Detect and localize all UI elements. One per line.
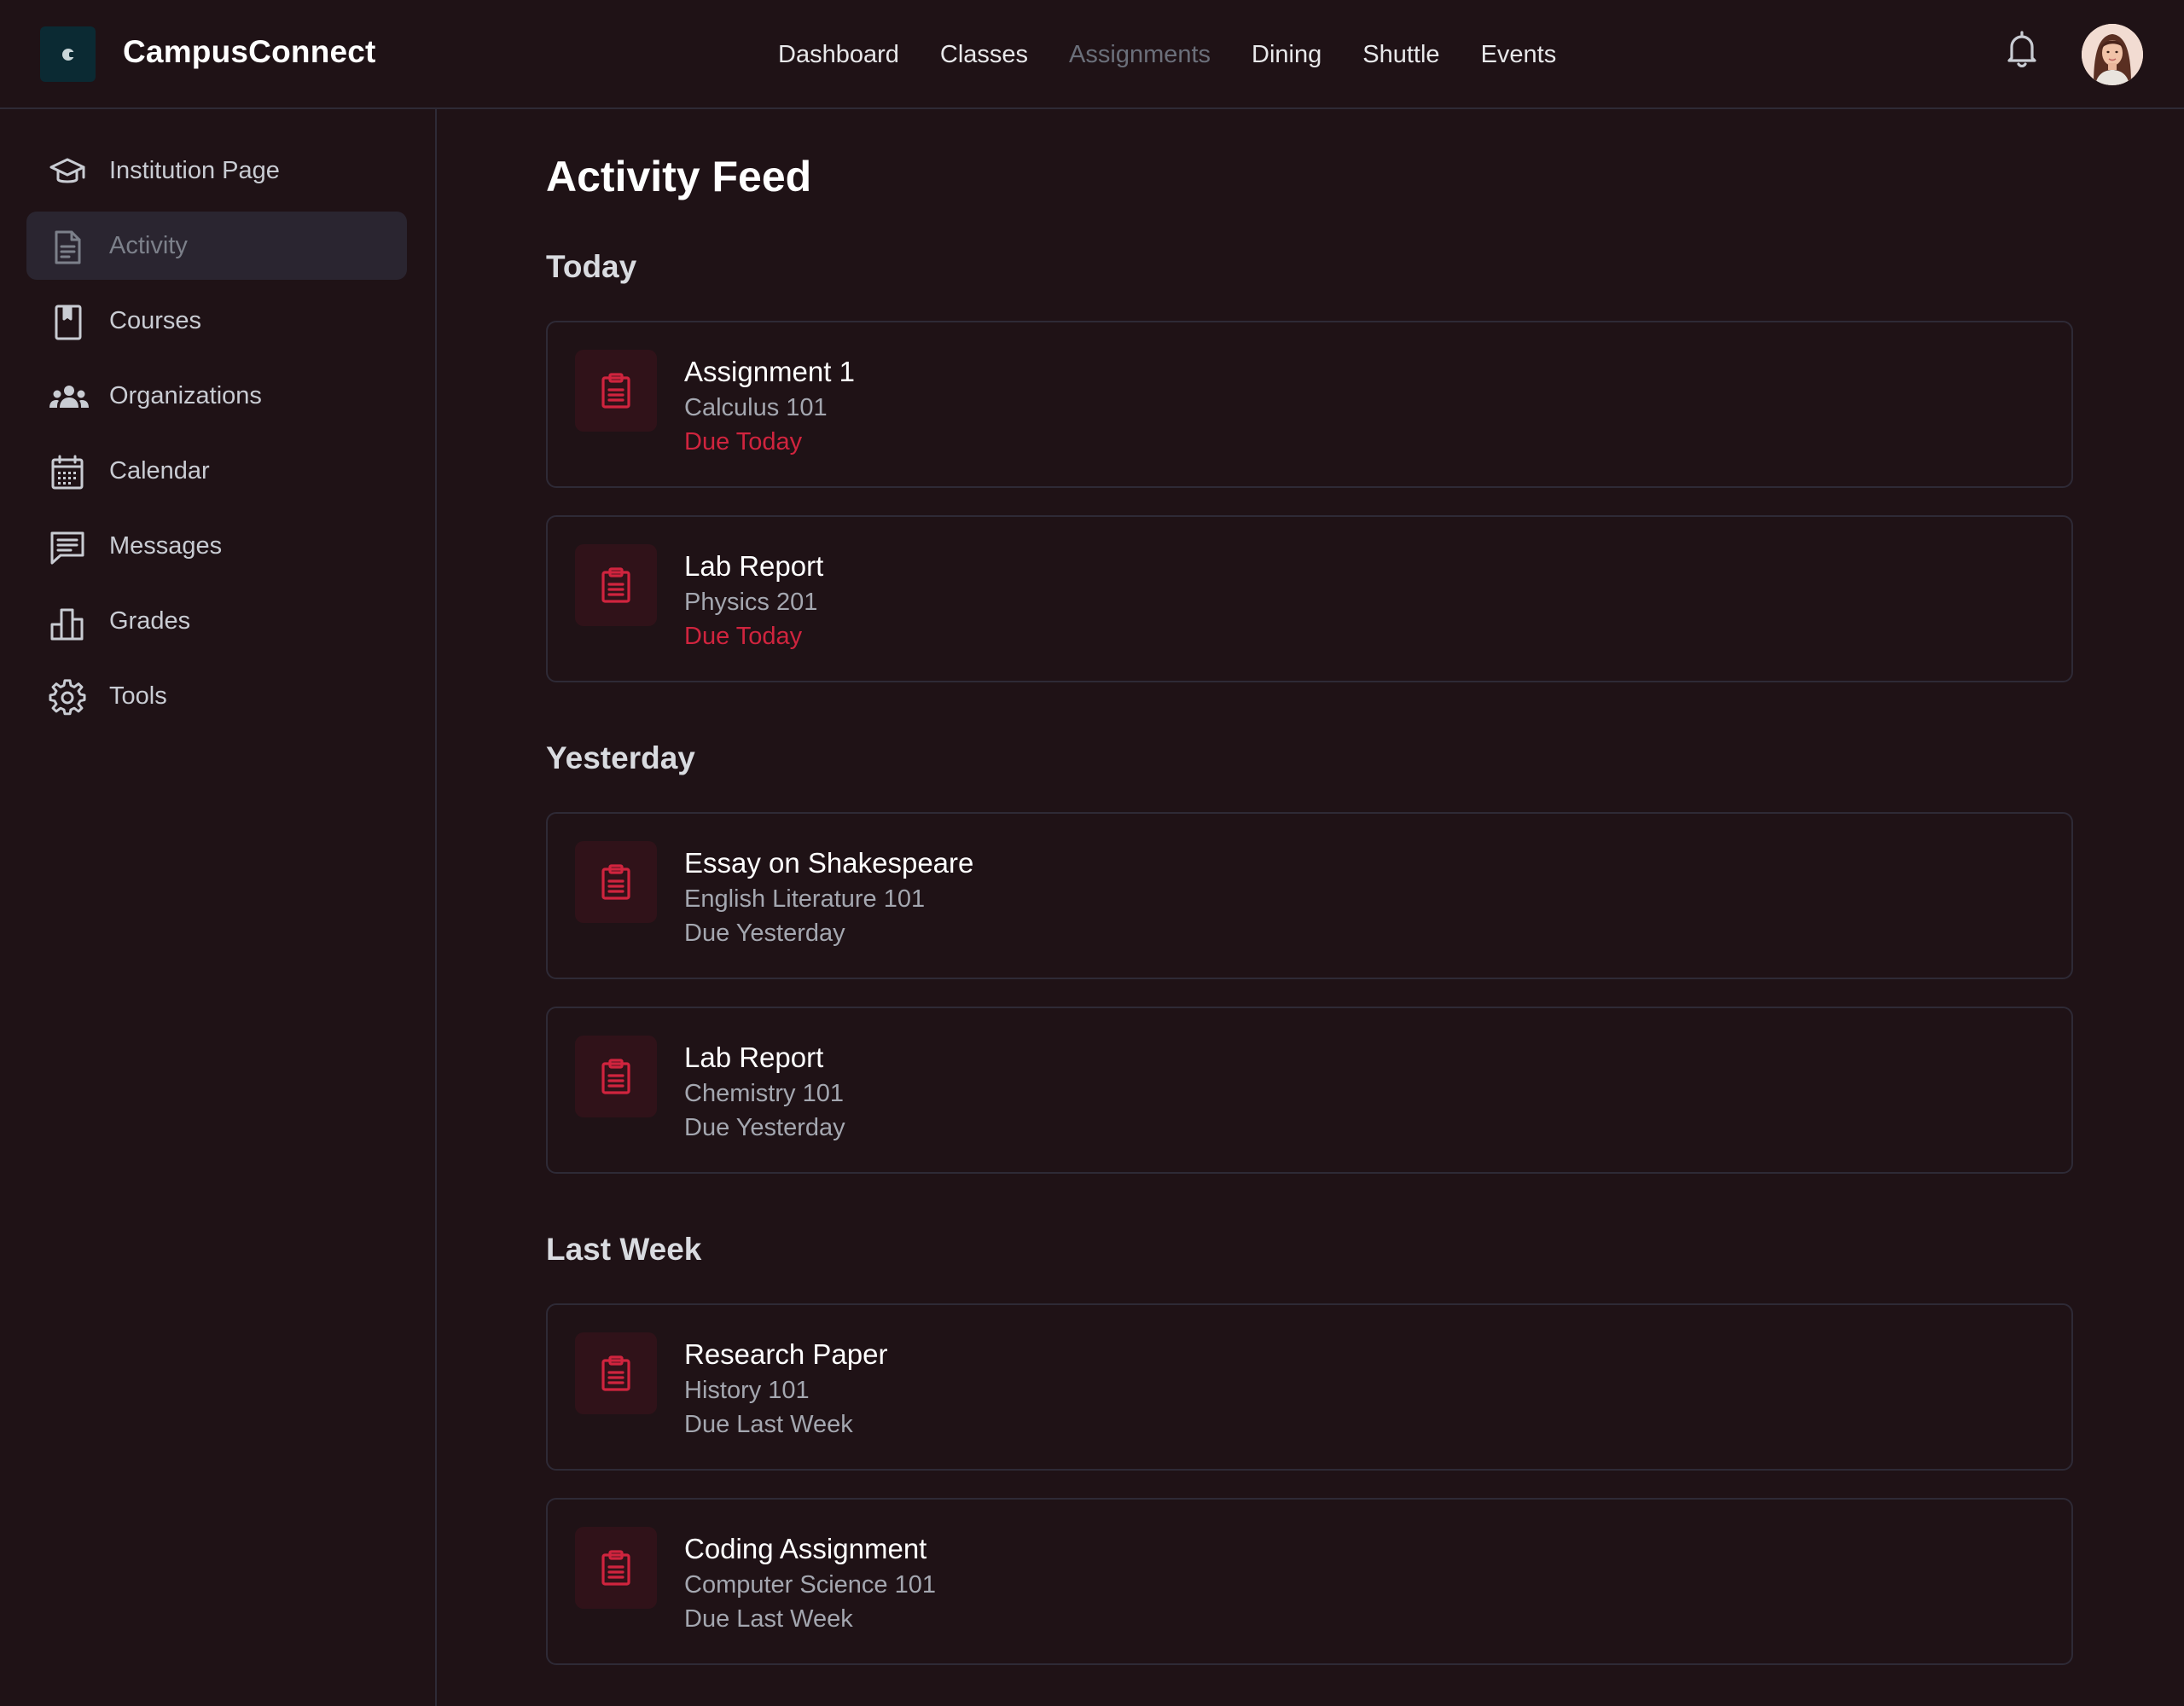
- brand-name[interactable]: CampusConnect: [123, 34, 376, 70]
- section-heading-today: Today: [546, 249, 637, 284]
- nav-dining[interactable]: Dining: [1252, 38, 1321, 72]
- nav-shuttle[interactable]: Shuttle: [1362, 38, 1439, 72]
- gear-icon: [49, 679, 86, 717]
- activity-card[interactable]: Lab Report Chemistry 101 Due Yesterday: [546, 1007, 2073, 1174]
- activity-course: Chemistry 101: [684, 1080, 844, 1107]
- nav-assignments[interactable]: Assignments: [1069, 38, 1211, 72]
- activity-course: Calculus 101: [684, 394, 828, 421]
- activity-course: Computer Science 101: [684, 1571, 936, 1599]
- activity-card[interactable]: Essay on Shakespeare English Literature …: [546, 812, 2073, 979]
- activity-title: Essay on Shakespeare: [684, 847, 974, 879]
- clipboard-icon: [575, 350, 657, 432]
- bell-icon[interactable]: [2005, 29, 2039, 68]
- nav-classes[interactable]: Classes: [940, 38, 1028, 72]
- sidebar-item-label: Activity: [109, 232, 188, 259]
- clipboard-icon: [575, 1527, 657, 1609]
- sidebar-item-messages[interactable]: Messages: [26, 512, 407, 580]
- nav-events[interactable]: Events: [1481, 38, 1557, 72]
- sidebar: Institution Page Activity Courses Organi…: [0, 109, 437, 1706]
- activity-due-status: Due Yesterday: [684, 1114, 845, 1141]
- activity-title: Lab Report: [684, 1042, 824, 1073]
- people-group-icon: [49, 379, 89, 416]
- activity-course: History 101: [684, 1377, 810, 1404]
- sidebar-item-courses[interactable]: Courses: [26, 287, 407, 355]
- sidebar-item-calendar[interactable]: Calendar: [26, 437, 407, 505]
- sidebar-item-grades[interactable]: Grades: [26, 587, 407, 655]
- sidebar-item-label: Grades: [109, 607, 191, 635]
- activity-title: Assignment 1: [684, 356, 855, 387]
- activity-card[interactable]: Assignment 1 Calculus 101 Due Today: [546, 321, 2073, 488]
- activity-due-status: Due Last Week: [684, 1605, 853, 1633]
- activity-card[interactable]: Research Paper History 101 Due Last Week: [546, 1303, 2073, 1471]
- sidebar-item-label: Organizations: [109, 382, 262, 409]
- activity-course: Physics 201: [684, 589, 818, 616]
- sidebar-item-label: Messages: [109, 532, 223, 560]
- activity-title: Coding Assignment: [684, 1533, 927, 1564]
- clipboard-icon: [575, 841, 657, 923]
- sidebar-item-institution-page[interactable]: Institution Page: [26, 136, 407, 205]
- sidebar-item-tools[interactable]: Tools: [26, 662, 407, 730]
- clipboard-icon: [575, 544, 657, 626]
- section-heading-last-week: Last Week: [546, 1232, 702, 1267]
- clipboard-icon: [575, 1332, 657, 1414]
- bar-chart-icon: [49, 604, 86, 641]
- bookmark-book-icon: [49, 304, 86, 341]
- calendar-icon: [49, 454, 86, 491]
- message-icon: [49, 529, 86, 566]
- graduation-cap-icon: [49, 154, 86, 191]
- main-content: Activity Feed Today Assignment 1 Calculu…: [437, 109, 2184, 1706]
- avatar[interactable]: [2082, 24, 2143, 85]
- activity-due-status: Due Today: [684, 623, 803, 650]
- sidebar-item-activity[interactable]: Activity: [26, 212, 407, 280]
- page-title: Activity Feed: [546, 153, 812, 200]
- activity-card[interactable]: Lab Report Physics 201 Due Today: [546, 515, 2073, 682]
- activity-due-status: Due Today: [684, 428, 803, 456]
- logo-icon[interactable]: [40, 26, 96, 82]
- activity-due-status: Due Yesterday: [684, 920, 845, 947]
- document-icon: [49, 229, 86, 266]
- clipboard-icon: [575, 1036, 657, 1117]
- activity-title: Lab Report: [684, 550, 824, 582]
- activity-course: English Literature 101: [684, 885, 926, 913]
- activity-title: Research Paper: [684, 1338, 888, 1370]
- activity-due-status: Due Last Week: [684, 1411, 853, 1438]
- main-nav: Dashboard Classes Assignments Dining Shu…: [778, 38, 1597, 72]
- nav-dashboard[interactable]: Dashboard: [778, 38, 899, 72]
- sidebar-item-label: Calendar: [109, 457, 210, 485]
- sidebar-item-label: Tools: [109, 682, 167, 710]
- sidebar-item-organizations[interactable]: Organizations: [26, 362, 407, 430]
- sidebar-item-label: Institution Page: [109, 157, 280, 184]
- activity-card[interactable]: Coding Assignment Computer Science 101 D…: [546, 1498, 2073, 1665]
- sidebar-item-label: Courses: [109, 307, 201, 334]
- section-heading-yesterday: Yesterday: [546, 740, 695, 775]
- top-navigation-bar: CampusConnect Dashboard Classes Assignme…: [0, 0, 2184, 109]
